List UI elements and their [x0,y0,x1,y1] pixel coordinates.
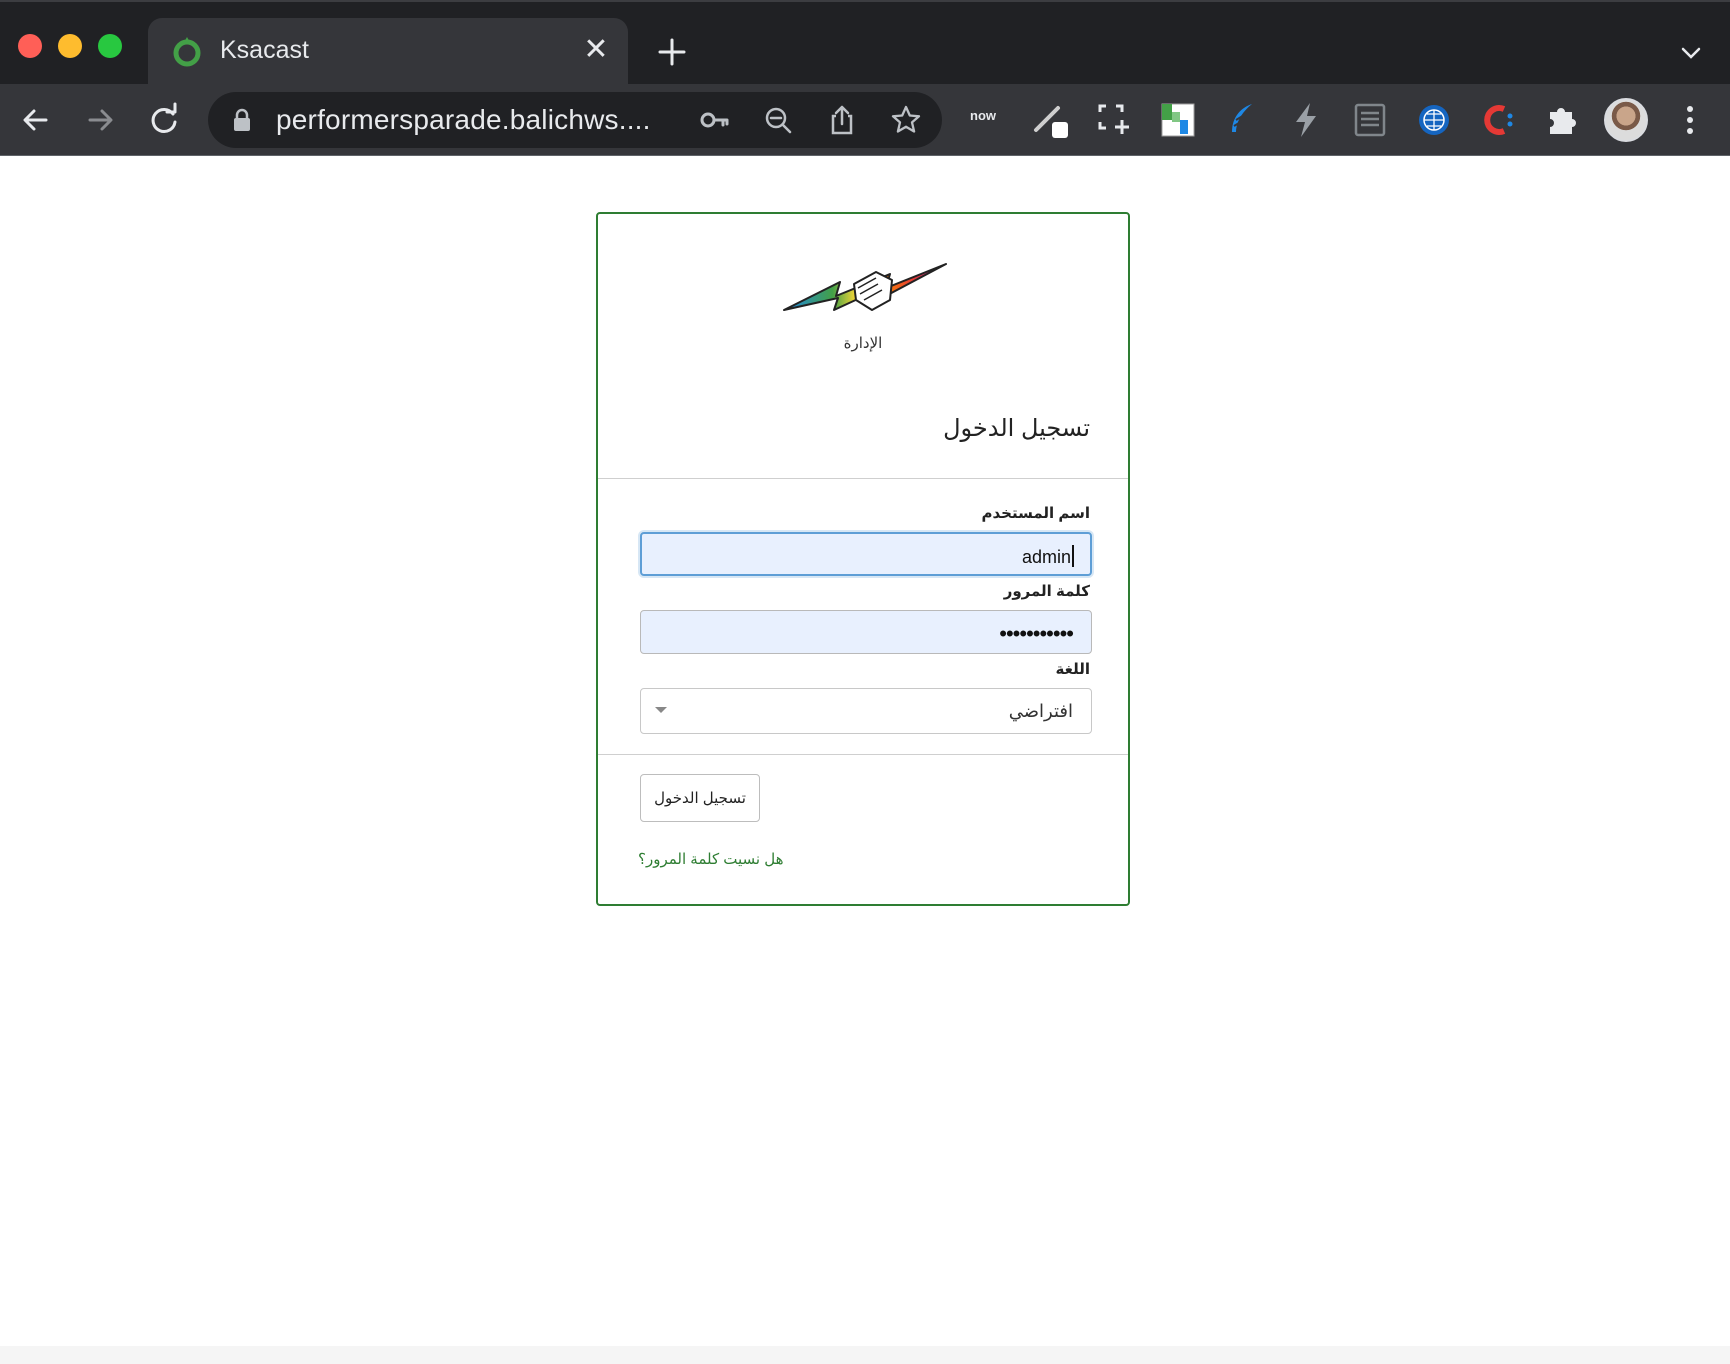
reload-icon[interactable] [142,98,186,142]
tab-close-icon[interactable]: ✕ [582,35,610,65]
now-badge-text: now [970,108,996,123]
username-value: admin [1022,545,1074,568]
bookmark-star-icon[interactable] [890,104,922,136]
pen-extension-icon[interactable] [1030,100,1070,140]
close-window-button[interactable] [18,34,42,58]
password-field[interactable]: ••••••••••• [640,610,1092,654]
bolt-extension-icon[interactable] [1286,100,1326,140]
reader-extension-icon[interactable] [1350,100,1390,140]
username-field[interactable]: admin [640,532,1092,576]
c-extension-icon[interactable] [1478,100,1518,140]
header-divider [598,478,1128,479]
password-label: كلمة المرور [1003,583,1090,600]
minimize-window-button[interactable] [58,34,82,58]
globe-extension-icon[interactable] [1414,100,1454,140]
forward-arrow-icon[interactable] [78,98,122,142]
new-tab-icon[interactable] [652,32,692,72]
browser-titlebar: Ksacast ✕ [0,0,1730,86]
puzzle-icon[interactable] [1542,100,1582,140]
language-label: اللغة [1055,661,1090,678]
feather-extension-icon[interactable] [1222,100,1262,140]
sheet-extension-icon[interactable] [1158,100,1198,140]
dropdown-arrow-icon[interactable] [655,707,667,713]
key-icon[interactable] [698,104,730,136]
browser-toolbar: performersparade.balichws.... now [0,84,1730,156]
logo-caption: الإدارة [843,335,883,352]
zoom-out-icon[interactable] [762,104,794,136]
address-bar[interactable]: performersparade.balichws.... [208,92,942,148]
page-bottom-strip [0,1346,1730,1364]
forgot-password-link[interactable]: هل نسيت كلمة المرور؟ [638,850,784,868]
lock-icon[interactable] [232,108,252,132]
password-value: ••••••••••• [999,621,1074,646]
chevron-down-icon[interactable] [1676,38,1706,68]
kebab-menu-icon[interactable] [1680,100,1700,140]
language-selected-value: افتراضي [1008,701,1073,721]
browser-tab-active[interactable]: Ksacast ✕ [148,18,628,86]
url-text[interactable]: performersparade.balichws.... [276,104,651,136]
back-arrow-icon[interactable] [14,98,58,142]
form-divider [598,754,1128,755]
login-button[interactable]: تسجيل الدخول [640,774,760,822]
login-card: الإدارة تسجيل الدخول اسم المستخدم admin … [596,212,1130,906]
text-caret [1072,545,1074,567]
ksacast-logo [783,263,947,311]
profile-avatar[interactable] [1604,98,1648,142]
page-title: تسجيل الدخول [943,415,1090,442]
ksacast-favicon-icon [173,37,201,67]
maximize-window-button[interactable] [98,34,122,58]
tab-title: Ksacast [220,36,309,64]
share-icon[interactable] [826,104,858,136]
screenshot-extension-icon[interactable] [1094,100,1134,140]
language-select[interactable]: افتراضي [640,688,1092,734]
username-label: اسم المستخدم [981,505,1090,522]
now-extension-icon[interactable]: now [966,100,1006,140]
